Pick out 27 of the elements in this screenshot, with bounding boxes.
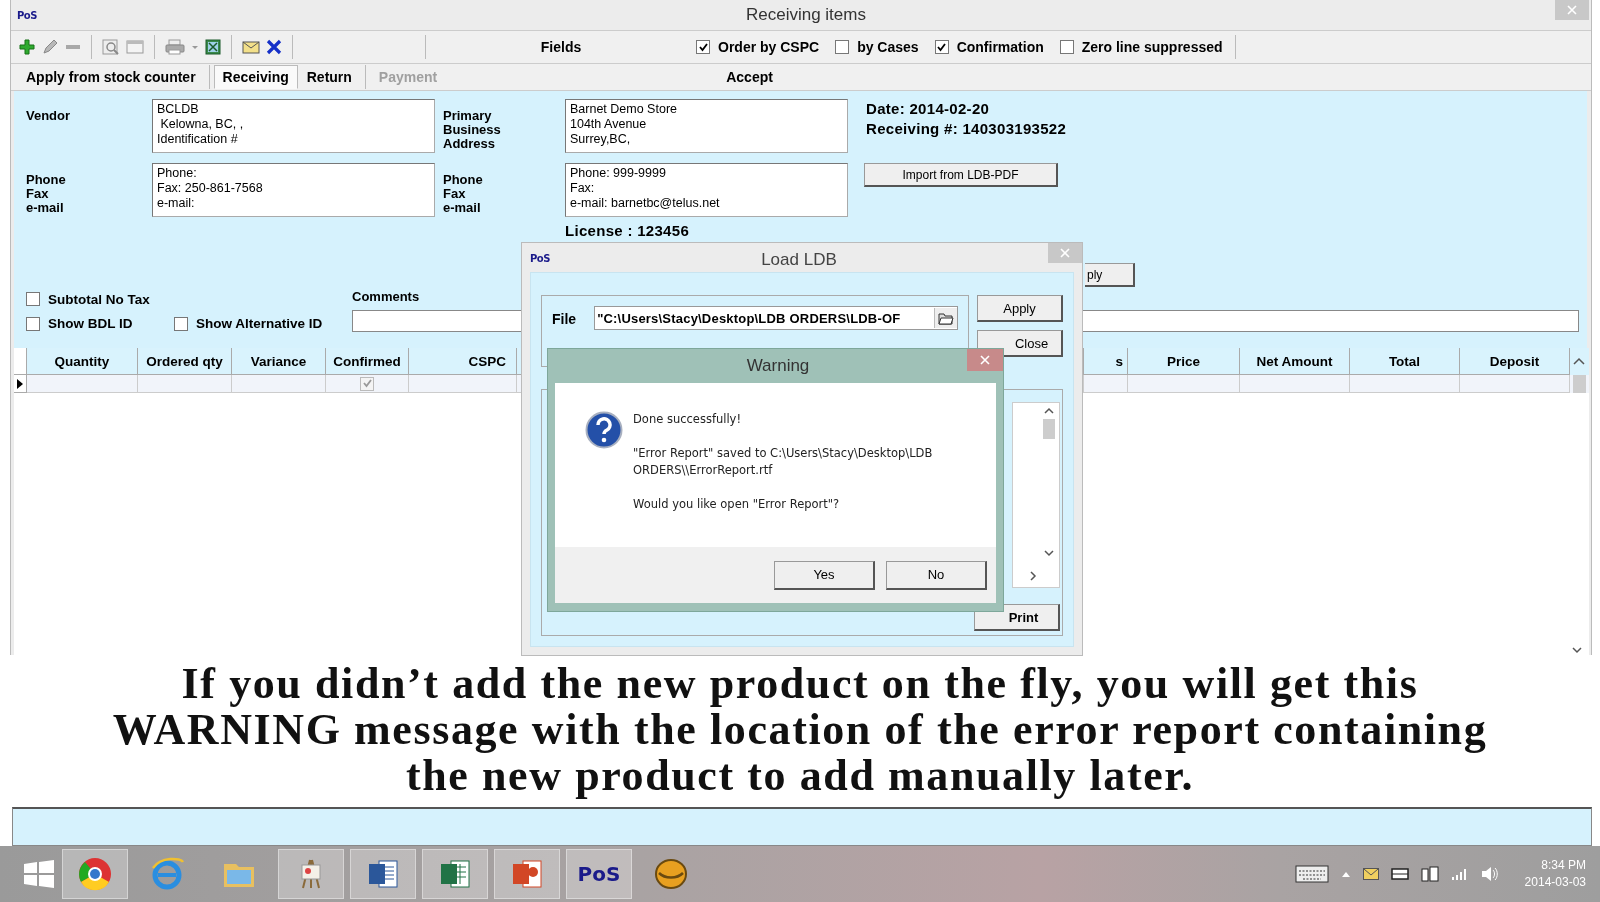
dialog-title: Warning [745,355,811,376]
message-text: "Error Report" saved to C:\Users\Stacy\Desktop\LDB ORDERS\\ErrorReport.rtf [633,445,934,479]
address-label: Primary Business Address [443,107,502,153]
checkbox-label: by Cases [857,39,919,55]
vendor-label: Vendor [26,107,72,125]
app-logo: PoS [530,253,550,264]
app-logo: PoS [17,9,37,21]
accept-label: Accept [726,69,773,85]
message-text: Done successfully! [633,411,743,428]
checkbox-label: Subtotal No Tax [48,291,150,307]
contact-label: Phone Fax e-mail [26,171,67,217]
checkbox-label: Confirmation [956,39,1044,55]
checkbox-label: Zero line suppressed [1081,39,1223,55]
caption-text: If you didn’t add the new product on the fly, you will get this WARNING message with the location of the error report containing the new product to add manually later. [111,661,1489,800]
comments-label: Comments [352,288,421,304]
contact-label: Phone Fax e-mail [443,171,484,217]
fields-label: Fields [539,39,583,55]
checkbox-label: Show Alternative ID [196,316,323,332]
date-text: Date: 2014-02-20 [866,99,991,119]
checkbox-label: Show BDL ID [48,316,133,332]
receiving-number: Receiving #: 140303193522 [866,119,1068,139]
window-title: Receiving items [744,5,867,25]
file-label: File [552,310,577,327]
license-text: License : 123456 [565,221,691,241]
message-text: Would you like open "Error Report"? [633,496,841,513]
dialog-title: Load LDB [760,249,838,270]
checkbox-label: Order by CSPC [718,39,820,55]
